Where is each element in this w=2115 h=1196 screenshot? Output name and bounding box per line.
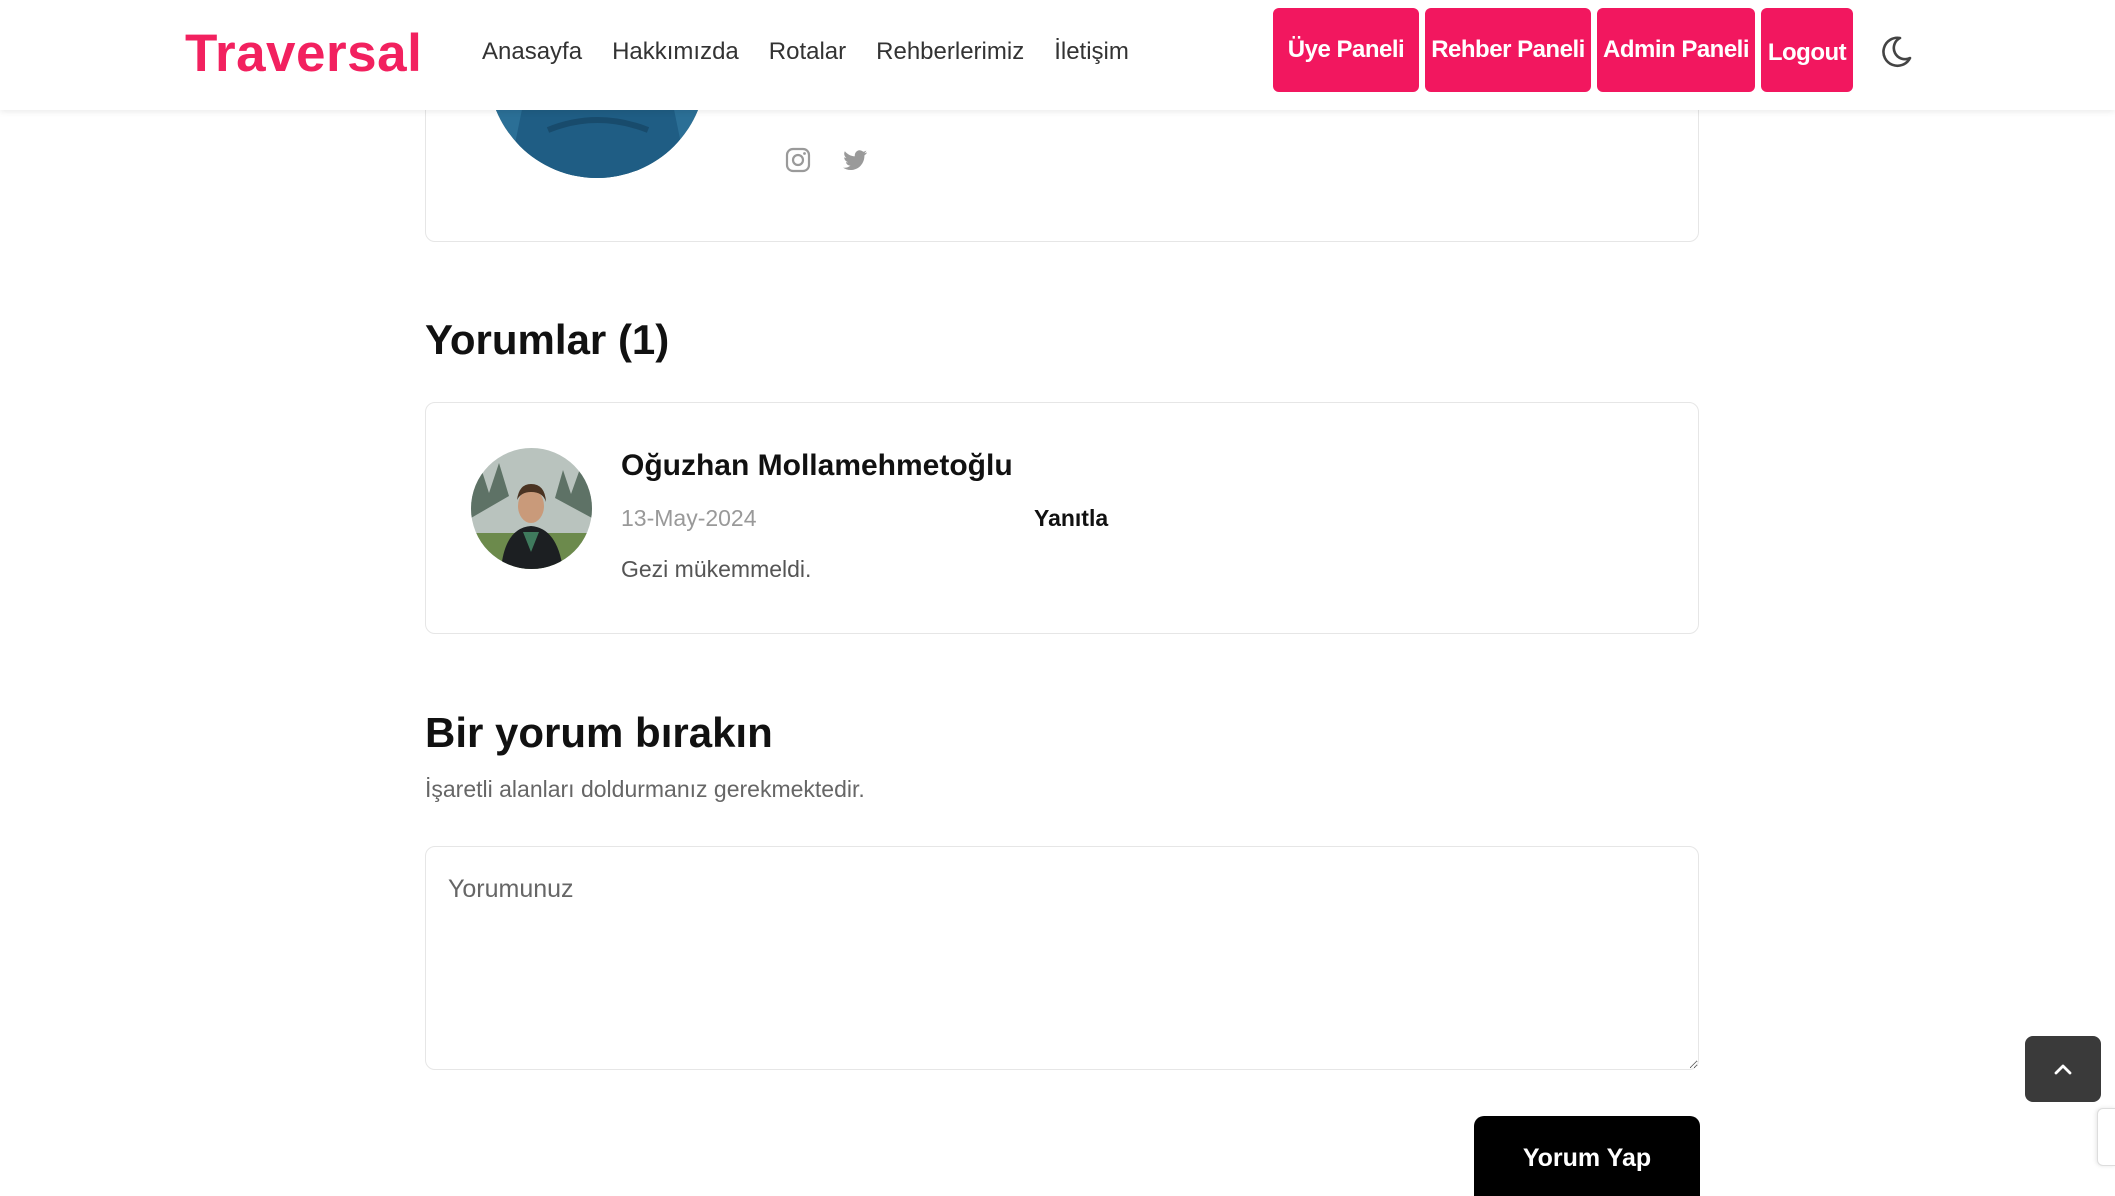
reply-link[interactable]: Yanıtla	[1034, 505, 1108, 532]
comment-text: Gezi mükemmeldi.	[621, 556, 812, 582]
nav-link-iletisim[interactable]: İletişim	[1054, 34, 1129, 70]
moon-icon[interactable]	[1876, 32, 1916, 72]
instagram-icon[interactable]	[784, 146, 812, 174]
rehber-paneli-button[interactable]: Rehber Paneli	[1425, 8, 1591, 92]
main-nav: Anasayfa Hakkımızda Rotalar Rehberlerimi…	[482, 34, 1159, 70]
comment-item: Oğuzhan Mollamehmetoğlu 13-May-2024 Yanı…	[425, 402, 1699, 634]
logout-button[interactable]: Logout	[1761, 8, 1853, 92]
chevron-up-icon[interactable]	[2025, 1036, 2101, 1102]
comment-form-title: Bir yorum bırakın	[425, 709, 773, 756]
side-widget-tab[interactable]	[2097, 1108, 2115, 1166]
form-required-note: İşaretli alanları doldurmanız gerekmekte…	[425, 776, 865, 802]
admin-paneli-button[interactable]: Admin Paneli	[1597, 8, 1755, 92]
nav-link-anasayfa[interactable]: Anasayfa	[482, 34, 582, 70]
brand-logo[interactable]: Traversal	[185, 22, 422, 86]
comments-title: Yorumlar (1)	[425, 316, 670, 363]
nav-link-hakkimizda[interactable]: Hakkımızda	[612, 34, 739, 70]
commenter-avatar	[471, 448, 592, 569]
nav-link-rehberlerimiz[interactable]: Rehberlerimiz	[876, 34, 1024, 70]
top-navbar: Traversal Anasayfa Hakkımızda Rotalar Re…	[0, 0, 2115, 110]
submit-comment-button[interactable]: Yorum Yap	[1474, 1116, 1700, 1196]
comment-date: 13-May-2024	[621, 505, 757, 531]
comment-textarea[interactable]	[425, 846, 1699, 1070]
nav-link-rotalar[interactable]: Rotalar	[769, 34, 846, 70]
comment-author: Oğuzhan Mollamehmetoğlu	[621, 449, 1013, 482]
uye-paneli-button[interactable]: Üye Paneli	[1273, 8, 1419, 92]
panel-buttons: Üye Paneli Rehber Paneli Admin Paneli Lo…	[1273, 8, 1859, 92]
twitter-icon[interactable]	[841, 146, 869, 174]
